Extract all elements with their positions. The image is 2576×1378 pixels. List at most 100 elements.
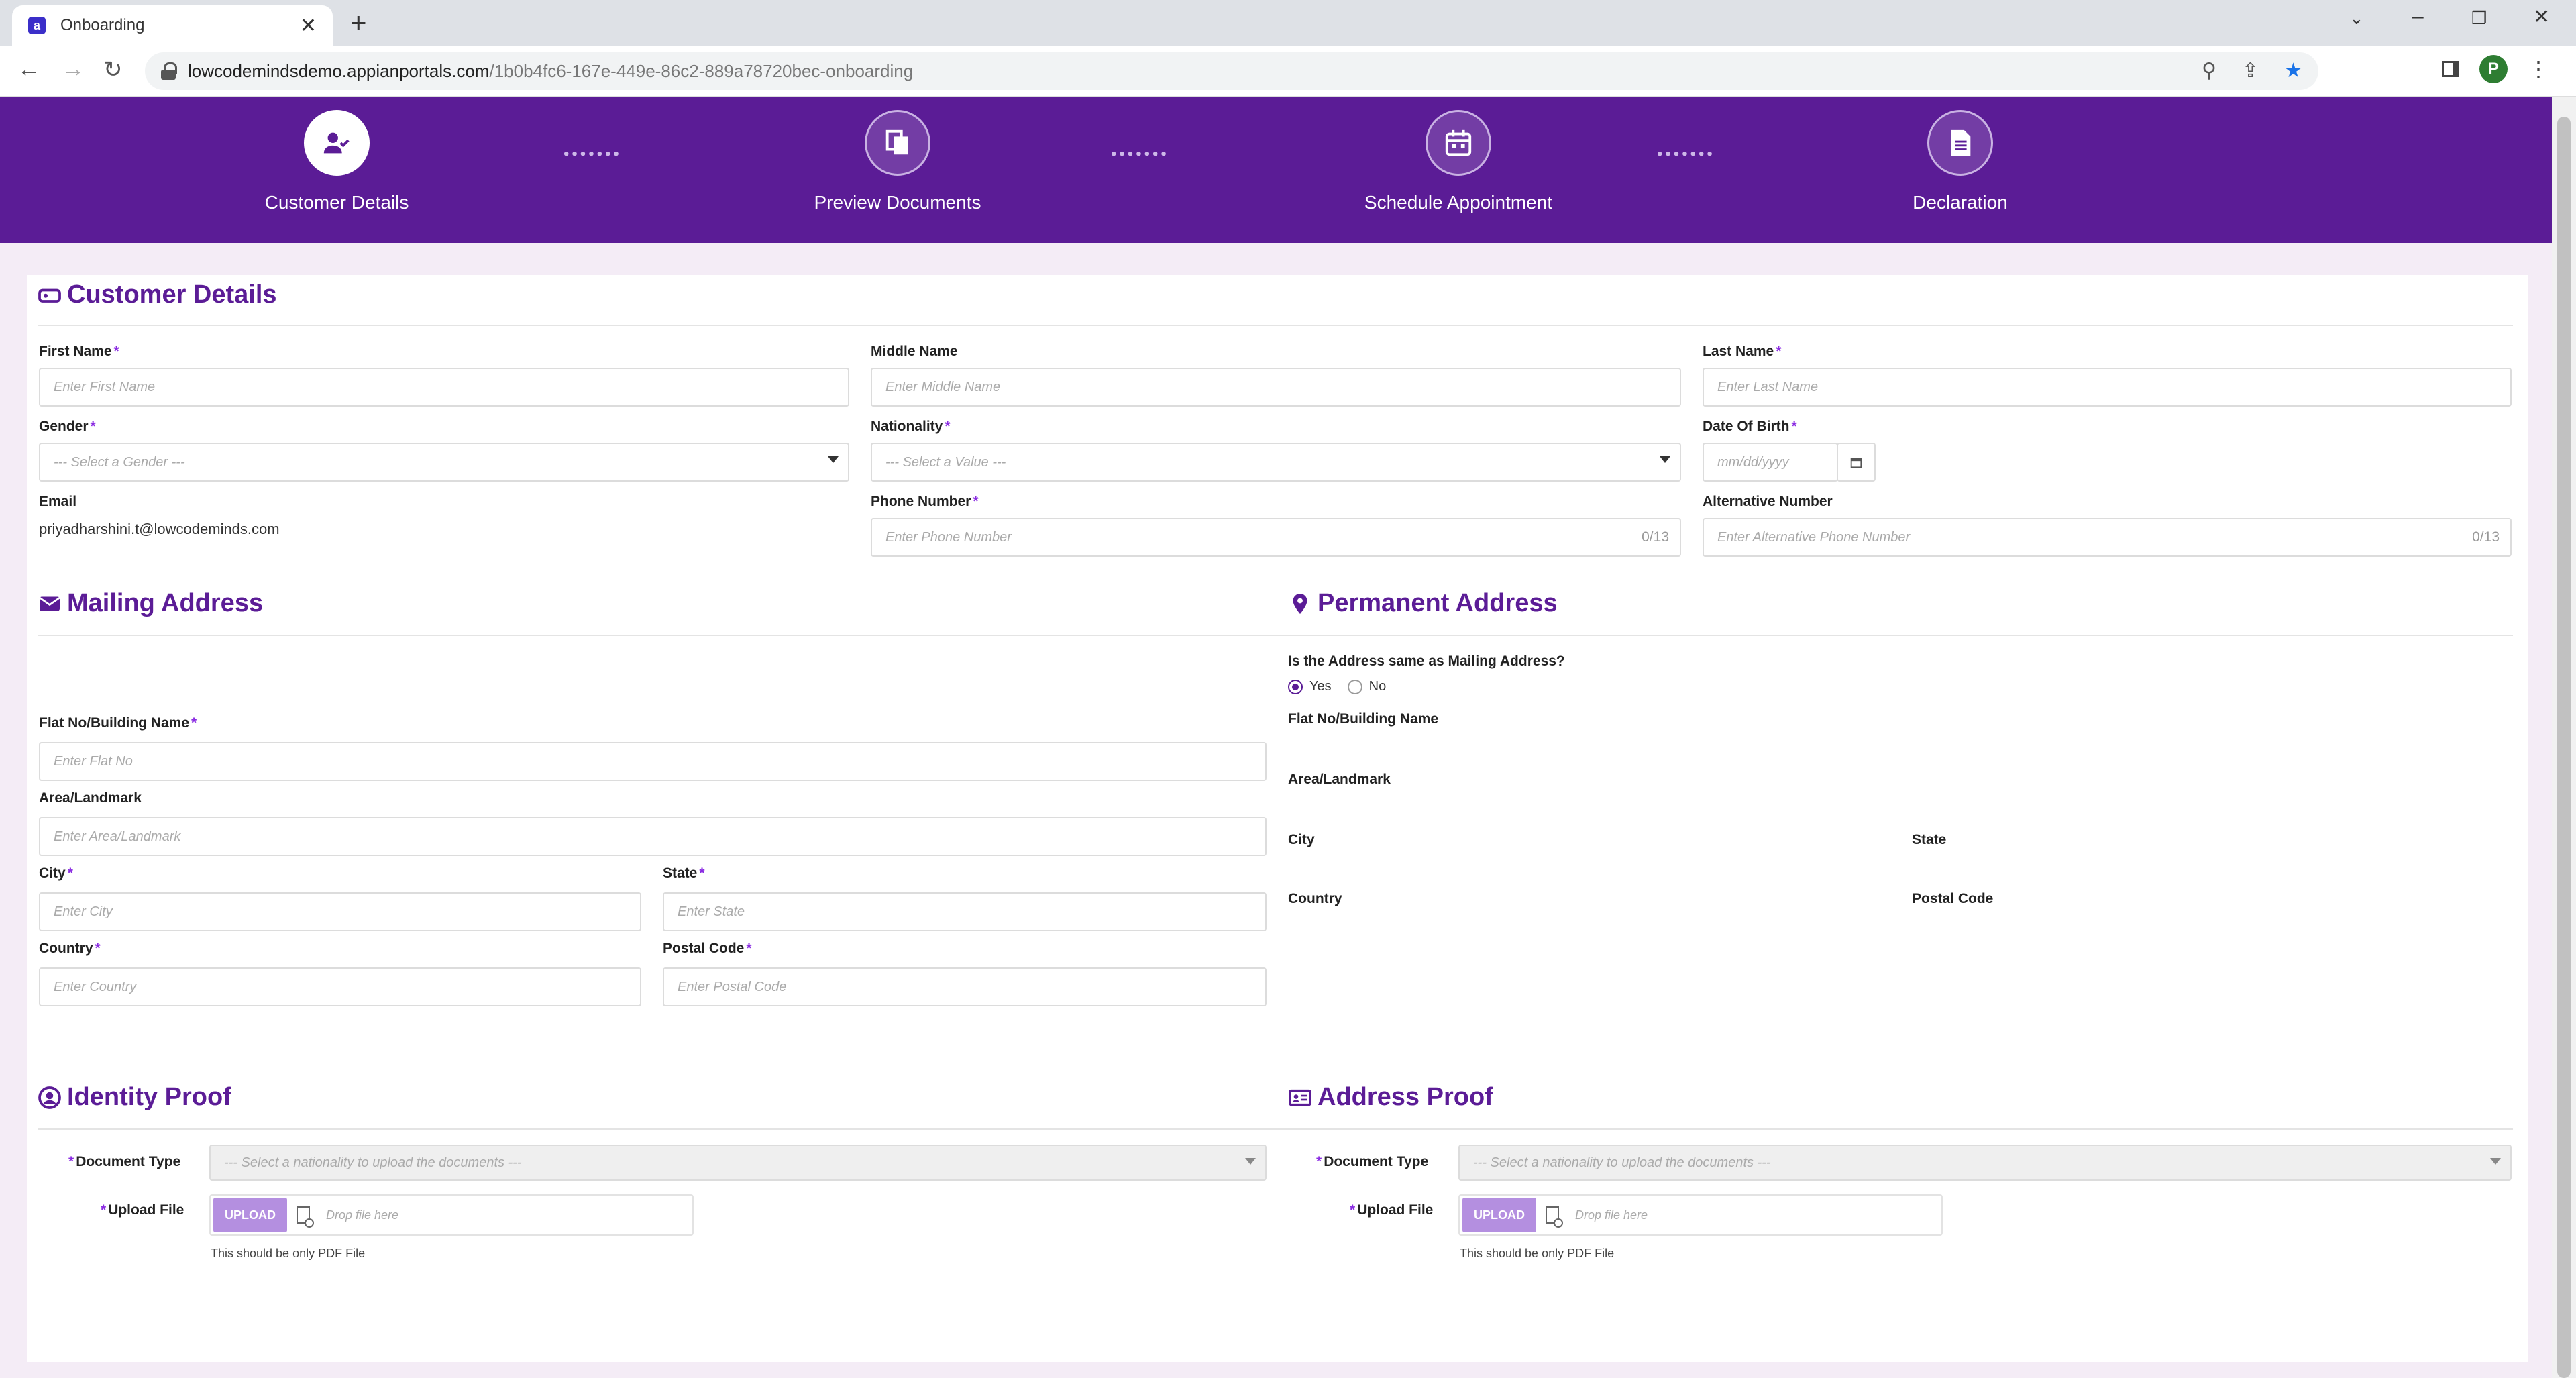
side-panel-icon[interactable]	[2442, 61, 2459, 77]
step-preview-documents[interactable]: Preview Documents	[757, 110, 1038, 213]
close-tab-icon[interactable]: ✕	[300, 14, 317, 38]
step-label: Preview Documents	[814, 192, 981, 213]
onboarding-stepper: Customer Details ••••••• Preview Documen…	[0, 97, 2552, 243]
step-declaration[interactable]: Declaration	[1819, 110, 2101, 213]
city-input[interactable]: Enter City	[39, 892, 641, 931]
step-label: Customer Details	[264, 192, 409, 213]
back-arrow-icon[interactable]: ←	[17, 56, 40, 83]
user-circle-icon	[38, 1085, 61, 1109]
user-check-icon	[304, 110, 370, 176]
phone-label: Phone Number *	[871, 494, 979, 509]
restore-icon[interactable]: ❐	[2471, 8, 2487, 29]
identity-doc-type-select[interactable]: --- Select a nationality to upload the d…	[209, 1145, 1267, 1181]
gender-select[interactable]: --- Select a Gender ---	[39, 443, 849, 482]
country-input[interactable]: Enter Country	[39, 967, 641, 1006]
forward-arrow-icon[interactable]: →	[62, 56, 85, 83]
tab-search-chevron-icon[interactable]: ⌄	[2349, 8, 2364, 29]
alt-phone-label: Alternative Number	[1703, 494, 1833, 509]
browser-tab[interactable]: a Onboarding ✕	[12, 5, 333, 46]
drop-file-text: Drop file here	[326, 1208, 399, 1222]
envelope-icon	[39, 596, 60, 611]
lock-icon[interactable]	[161, 62, 177, 80]
tab-title: Onboarding	[60, 16, 145, 34]
share-icon[interactable]: ⇪	[2242, 59, 2259, 83]
middle-name-input[interactable]: Enter Middle Name	[871, 368, 1681, 407]
radio-yes[interactable]	[1288, 679, 1303, 694]
browser-toolbar: ← → ↻ lowcodemindsdemo.appianportals.com…	[0, 46, 2576, 97]
address-upload-label: * Upload File	[1350, 1202, 1434, 1218]
address-upload-button[interactable]: UPLOAD	[1462, 1198, 1536, 1232]
same-address-question: Is the Address same as Mailing Address?	[1288, 653, 1565, 669]
identity-upload-button[interactable]: UPLOAD	[213, 1198, 287, 1232]
phone-input[interactable]: Enter Phone Number 0/13	[871, 518, 1681, 557]
step-customer-details[interactable]: Customer Details	[196, 110, 478, 213]
email-label: Email	[39, 494, 77, 509]
reload-icon[interactable]: ↻	[103, 56, 123, 83]
section-title: Permanent Address	[1318, 589, 1558, 617]
radio-no[interactable]	[1347, 679, 1362, 694]
area-label: Area/Landmark	[39, 790, 142, 806]
identity-upload-label: * Upload File	[101, 1202, 184, 1218]
flat-input[interactable]: Enter Flat No	[39, 742, 1267, 781]
step-connector: •••••••	[1111, 145, 1169, 163]
minimize-icon[interactable]: –	[2412, 5, 2424, 28]
zoom-icon[interactable]: ⚲	[2202, 59, 2216, 83]
city-label: City *	[39, 865, 73, 881]
section-title: Identity Proof	[67, 1083, 231, 1111]
middle-name-label: Middle Name	[871, 343, 958, 359]
address-doc-type-select[interactable]: --- Select a nationality to upload the d…	[1458, 1145, 2512, 1181]
section-customer-details: Customer Details	[38, 280, 277, 309]
browser-tab-strip: a Onboarding ✕ + ⌄ – ❐ ✕	[0, 0, 2576, 46]
step-schedule-appointment[interactable]: Schedule Appointment	[1318, 110, 1599, 213]
nationality-select[interactable]: --- Select a Value ---	[871, 443, 1681, 482]
gender-label: Gender *	[39, 419, 96, 434]
perm-city-label: City	[1288, 832, 1315, 847]
identity-file-dropzone[interactable]: UPLOAD Drop file here	[209, 1194, 694, 1236]
character-counter: 0/13	[1642, 529, 1669, 545]
calendar-icon	[1850, 458, 1862, 468]
state-label: State *	[663, 865, 705, 881]
drop-file-text: Drop file here	[1575, 1208, 1648, 1222]
state-input[interactable]: Enter State	[663, 892, 1267, 931]
last-name-label: Last Name *	[1703, 343, 1782, 359]
divider	[38, 635, 1292, 636]
date-picker-button[interactable]	[1837, 443, 1876, 482]
section-title: Customer Details	[67, 280, 277, 309]
alt-phone-input[interactable]: Enter Alternative Phone Number 0/13	[1703, 518, 2512, 557]
section-identity-proof: Identity Proof	[38, 1083, 231, 1112]
section-address-proof: Address Proof	[1288, 1083, 1493, 1112]
step-label: Declaration	[1913, 192, 2008, 213]
profile-avatar[interactable]: P	[2479, 55, 2508, 83]
postal-code-input[interactable]: Enter Postal Code	[663, 967, 1267, 1006]
divider	[1288, 1128, 2513, 1130]
scroll-thumb[interactable]	[2557, 117, 2571, 1378]
app-favicon-icon: a	[28, 17, 46, 34]
address-file-dropzone[interactable]: UPLOAD Drop file here	[1458, 1194, 1943, 1236]
step-connector: •••••••	[564, 145, 622, 163]
kebab-menu-icon[interactable]: ⋮	[2528, 56, 2549, 82]
bookmark-star-icon[interactable]: ★	[2284, 59, 2302, 83]
chevron-down-icon	[1245, 1158, 1256, 1165]
page-scrollbar[interactable]	[2552, 97, 2576, 1378]
radio-yes-label: Yes	[1309, 679, 1332, 694]
dob-input[interactable]: mm/dd/yyyy	[1703, 443, 1838, 482]
document-icon	[1927, 110, 1993, 176]
address-bar[interactable]: lowcodemindsdemo.appianportals.com /1b0b…	[145, 52, 2318, 90]
identity-doc-type-label: * Document Type	[68, 1154, 181, 1169]
area-input[interactable]: Enter Area/Landmark	[39, 817, 1267, 856]
character-counter: 0/13	[2472, 529, 2500, 545]
first-name-input[interactable]: Enter First Name	[39, 368, 849, 407]
section-permanent-address: Permanent Address	[1288, 589, 1558, 618]
perm-flat-label: Flat No/Building Name	[1288, 711, 1439, 727]
country-label: Country *	[39, 941, 101, 956]
address-doc-type-label: * Document Type	[1316, 1154, 1429, 1169]
section-title: Address Proof	[1318, 1083, 1493, 1111]
new-tab-icon[interactable]: +	[350, 7, 367, 39]
url-host: lowcodemindsdemo.appianportals.com	[188, 60, 490, 81]
nationality-label: Nationality *	[871, 419, 951, 434]
step-connector: •••••••	[1657, 145, 1715, 163]
window-close-icon[interactable]: ✕	[2533, 5, 2550, 29]
postal-code-label: Postal Code *	[663, 941, 752, 956]
last-name-input[interactable]: Enter Last Name	[1703, 368, 2512, 407]
same-address-radio-group: Yes No	[1288, 679, 1386, 694]
